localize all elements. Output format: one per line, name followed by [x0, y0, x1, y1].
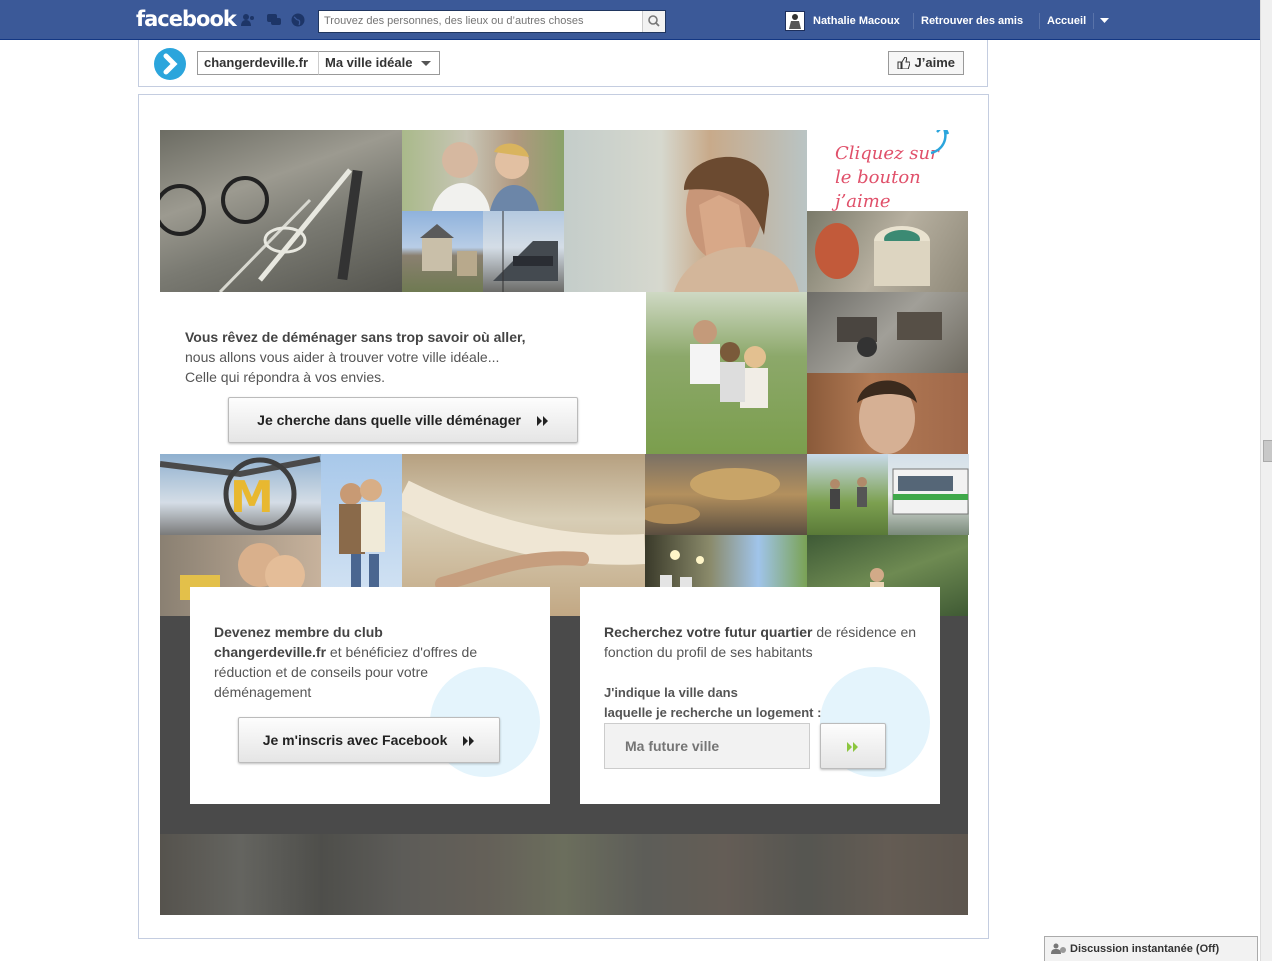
user-avatar[interactable] [785, 11, 805, 31]
search-box [318, 10, 666, 33]
photo-cyclist [160, 130, 402, 292]
club-signup-card: Devenez membre du club changerdeville.fr… [190, 587, 550, 804]
notifications-globe-icon[interactable] [290, 13, 306, 27]
photo-woman-face [564, 130, 807, 292]
scrollbar-thumb[interactable] [1263, 440, 1272, 462]
search-icon [648, 15, 660, 27]
svg-text:M: M [230, 472, 274, 523]
home-link[interactable]: Accueil [1047, 15, 1086, 27]
neighbourhood-search-card: Recherchez votre futur quartier de résid… [580, 587, 940, 804]
tab-selector-dropdown[interactable]: Ma ville idéale [318, 51, 440, 75]
photo-young-man-portrait [807, 373, 968, 454]
breadcrumb-app-name[interactable]: changerdeville.fr [197, 51, 319, 75]
intro-line-2: nous allons vous aider à trouver votre v… [185, 349, 500, 365]
club-brand: changerdeville.fr [214, 644, 327, 660]
photo-cafe-tables [645, 454, 807, 535]
search-input[interactable] [319, 11, 649, 31]
chevron-down-icon [421, 61, 431, 66]
facebook-top-bar: facebook Nathalie Macoux Retrouver des a… [0, 0, 1260, 40]
account-menu-chevron-icon[interactable] [1100, 18, 1109, 24]
footer-dim-overlay [160, 834, 968, 915]
like-button[interactable]: J’aime [888, 51, 964, 75]
avatar-picture-icon [786, 12, 804, 30]
photo-city-bus [888, 454, 969, 535]
city-prompt-line-1: J'indique la ville dans [604, 685, 738, 700]
chevron-right-icon [163, 53, 178, 75]
city-search-submit-button[interactable] [820, 723, 886, 769]
city-prompt-line-2: laquelle je recherche un logement : [604, 705, 822, 720]
photo-tramway [483, 211, 564, 292]
facebook-signup-button[interactable]: Je m'inscris avec Facebook [238, 717, 500, 763]
click-hint-line-2: le bouton j’aime [835, 167, 921, 211]
double-arrow-right-icon [463, 736, 475, 747]
double-arrow-right-icon [847, 742, 858, 753]
photo-village-church [402, 211, 483, 292]
search-card-title: Recherchez votre futur quartier [604, 624, 813, 640]
facebook-logo[interactable]: facebook [136, 7, 237, 31]
window-scrollbar[interactable] [1260, 0, 1272, 961]
photo-cafe-terrace [807, 292, 968, 373]
club-title: Devenez membre du club [214, 624, 383, 640]
photo-metro-sign: M [160, 454, 321, 535]
double-arrow-right-icon [536, 416, 548, 427]
page-tab-header: changerdeville.fr Ma ville idéale J’aime [138, 40, 988, 87]
intro-headline: Vous rêvez de déménager sans trop savoir… [185, 329, 526, 345]
chat-sidebar-tab[interactable]: Discussion instantanée (Off) [1044, 936, 1258, 961]
curved-arrow-up-icon [930, 130, 950, 155]
changerdeville-logo[interactable] [154, 48, 186, 80]
messages-icon[interactable] [266, 13, 282, 27]
click-like-hint-panel: Cliquez sur le bouton j’aime [807, 130, 968, 211]
photo-hikers [807, 454, 888, 535]
thumbs-up-icon [897, 57, 910, 69]
friend-requests-icon[interactable] [240, 13, 256, 27]
find-city-button[interactable]: Je cherche dans quelle ville déménager [228, 397, 578, 443]
chat-users-icon [1051, 943, 1066, 954]
photo-family-meadow [645, 292, 807, 454]
search-button[interactable] [642, 11, 665, 32]
profile-link[interactable]: Nathalie Macoux [813, 15, 900, 27]
photo-paint-pots [807, 211, 968, 292]
future-city-input[interactable] [604, 723, 810, 769]
intro-panel: Vous rêvez de déménager sans trop savoir… [160, 292, 646, 454]
intro-line-3: Celle qui répondra à vos envies. [185, 369, 386, 385]
photo-couple-seniors [402, 130, 564, 211]
find-friends-link[interactable]: Retrouver des amis [921, 15, 1023, 27]
